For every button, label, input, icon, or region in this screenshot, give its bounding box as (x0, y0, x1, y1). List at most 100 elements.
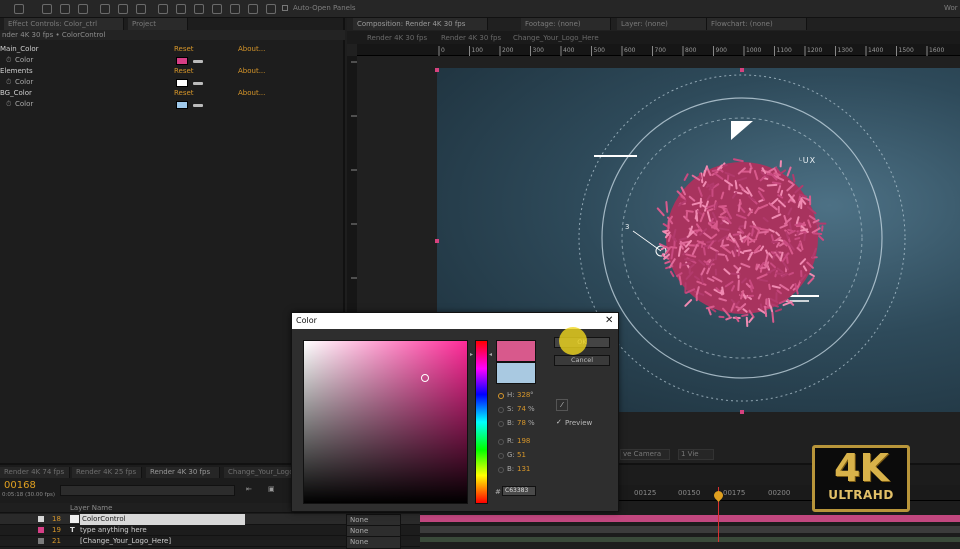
eyedropper-icon[interactable] (193, 104, 203, 107)
pen-tool-icon[interactable] (176, 4, 186, 14)
red-value[interactable]: 198 (517, 437, 530, 445)
reset-link[interactable]: Reset (174, 88, 194, 99)
radio-saturation[interactable] (498, 407, 504, 413)
type-tool-icon[interactable] (194, 4, 204, 14)
green-value[interactable]: 51 (517, 451, 526, 459)
reset-link[interactable]: Reset (174, 66, 194, 77)
rectangle-tool-icon[interactable] (158, 4, 168, 14)
cancel-button[interactable]: Cancel (554, 355, 610, 366)
tab-effect-controls[interactable]: Effect Controls: Color_ctrl (4, 18, 124, 30)
comp-flowchart-icon[interactable]: ⇤ (246, 485, 252, 493)
color-picker-cursor[interactable] (421, 374, 429, 382)
stopwatch-icon[interactable]: ⏱ (6, 77, 11, 88)
label-color[interactable] (38, 527, 44, 533)
hex-input[interactable]: C63383 (502, 486, 536, 496)
hue-slider-right-arrow[interactable]: ◂ (489, 351, 492, 358)
sphere-fiber (808, 278, 813, 283)
camera-dropdown[interactable]: ve Camera (620, 449, 670, 460)
about-link[interactable]: About... (238, 66, 265, 77)
rgb-fields: R: 198 G: 51 B: 131 (497, 437, 557, 482)
breadcrumb-item[interactable]: Change_Your_Logo_Here (513, 34, 599, 42)
layer-bar[interactable] (420, 526, 960, 533)
stopwatch-icon[interactable]: ⏱ (6, 55, 11, 66)
stopwatch-icon[interactable]: ⏱ (6, 99, 11, 110)
layer-row[interactable]: 18 ColorControl None (0, 514, 420, 525)
tab-project[interactable]: Project (128, 18, 188, 30)
radio-green[interactable] (498, 453, 504, 459)
timeline-tab[interactable]: Render 4K 74 fps (0, 467, 70, 478)
about-link[interactable]: About... (238, 88, 265, 99)
brush-tool-icon[interactable] (212, 4, 222, 14)
layer-handle[interactable] (435, 68, 439, 72)
pan-behind-tool-icon[interactable] (136, 4, 146, 14)
reset-link[interactable]: Reset (174, 44, 194, 55)
radio-hue[interactable] (498, 393, 504, 399)
workspace-label[interactable]: Wor (944, 4, 958, 12)
hue-value[interactable]: 328 (517, 391, 530, 399)
eyedropper-icon[interactable]: ⁄ (556, 399, 568, 411)
sphere-fiber (671, 247, 676, 248)
layer-name[interactable]: ColorControl (80, 514, 245, 525)
color-swatch[interactable] (176, 79, 188, 87)
hud-number: 3 (625, 223, 629, 231)
hue-slider-left-arrow[interactable]: ▸ (470, 351, 473, 358)
view-dropdown[interactable]: 1 Vie (678, 449, 714, 460)
layer-bar[interactable] (420, 515, 960, 522)
timeline-tab[interactable]: Change_Your_Logo (224, 467, 294, 478)
layer-handle[interactable] (435, 239, 439, 243)
brightness-value[interactable]: 78 (517, 419, 526, 427)
effect-name[interactable]: BG_Color (0, 88, 32, 99)
color-swatch[interactable] (176, 57, 188, 65)
sphere-fiber (715, 203, 716, 209)
layer-row[interactable]: 21 [Change_Your_Logo_Here] None (0, 536, 420, 547)
label-color[interactable] (38, 516, 44, 522)
breadcrumb-item[interactable]: Render 4K 30 fps (441, 34, 501, 42)
layer-name[interactable]: [Change_Your_Logo_Here] (80, 536, 171, 547)
sphere-fiber (772, 313, 773, 322)
timeline-search-input[interactable] (60, 485, 235, 496)
home-icon[interactable] (14, 4, 24, 14)
color-swatch[interactable] (176, 101, 188, 109)
effect-name[interactable]: Elements (0, 66, 33, 77)
close-icon[interactable]: ✕ (605, 315, 613, 326)
rotate-tool-icon[interactable] (100, 4, 110, 14)
blue-value[interactable]: 131 (517, 465, 530, 473)
parent-dropdown[interactable]: None (346, 536, 401, 549)
current-timecode[interactable]: 00168 (4, 480, 36, 491)
original-color-swatch[interactable] (496, 362, 536, 384)
hue-slider[interactable] (475, 340, 488, 504)
saturation-brightness-field[interactable] (303, 340, 468, 504)
saturation-value[interactable]: 74 (517, 405, 526, 413)
draft-3d-icon[interactable]: ▣ (268, 485, 275, 493)
clone-stamp-tool-icon[interactable] (230, 4, 240, 14)
hand-tool-icon[interactable] (60, 4, 70, 14)
effect-name[interactable]: Main_Color (0, 44, 39, 55)
tab-flowchart[interactable]: Flowchart: (none) (707, 18, 807, 30)
tab-layer[interactable]: Layer: (none) (617, 18, 707, 30)
layer-handle[interactable] (740, 68, 744, 72)
layer-name[interactable]: type anything here (80, 525, 147, 536)
timeline-tab[interactable]: Render 4K 25 fps (72, 467, 142, 478)
eyedropper-icon[interactable] (193, 82, 203, 85)
tab-composition[interactable]: Composition: Render 4K 30 fps (353, 18, 488, 30)
eraser-tool-icon[interactable] (248, 4, 258, 14)
preview-checkbox[interactable]: ✓ (556, 418, 562, 426)
layer-row[interactable]: 19 T type anything here None (0, 525, 420, 536)
zoom-tool-icon[interactable] (78, 4, 88, 14)
radio-red[interactable] (498, 439, 504, 445)
timeline-tab-active[interactable]: Render 4K 30 fps (146, 467, 220, 478)
radio-blue[interactable] (498, 467, 504, 473)
breadcrumb-item[interactable]: Render 4K 30 fps (367, 34, 427, 42)
auto-open-checkbox[interactable] (282, 5, 288, 11)
radio-brightness[interactable] (498, 421, 504, 427)
eyedropper-icon[interactable] (193, 60, 203, 63)
tab-footage[interactable]: Footage: (none) (521, 18, 611, 30)
layer-handle[interactable] (740, 410, 744, 414)
camera-tool-icon[interactable] (118, 4, 128, 14)
selection-tool-icon[interactable] (42, 4, 52, 14)
puppet-tool-icon[interactable] (266, 4, 276, 14)
about-link[interactable]: About... (238, 44, 265, 55)
label-color[interactable] (38, 538, 44, 544)
preview-label[interactable]: Preview (565, 419, 592, 427)
sphere-fiber (680, 276, 681, 284)
